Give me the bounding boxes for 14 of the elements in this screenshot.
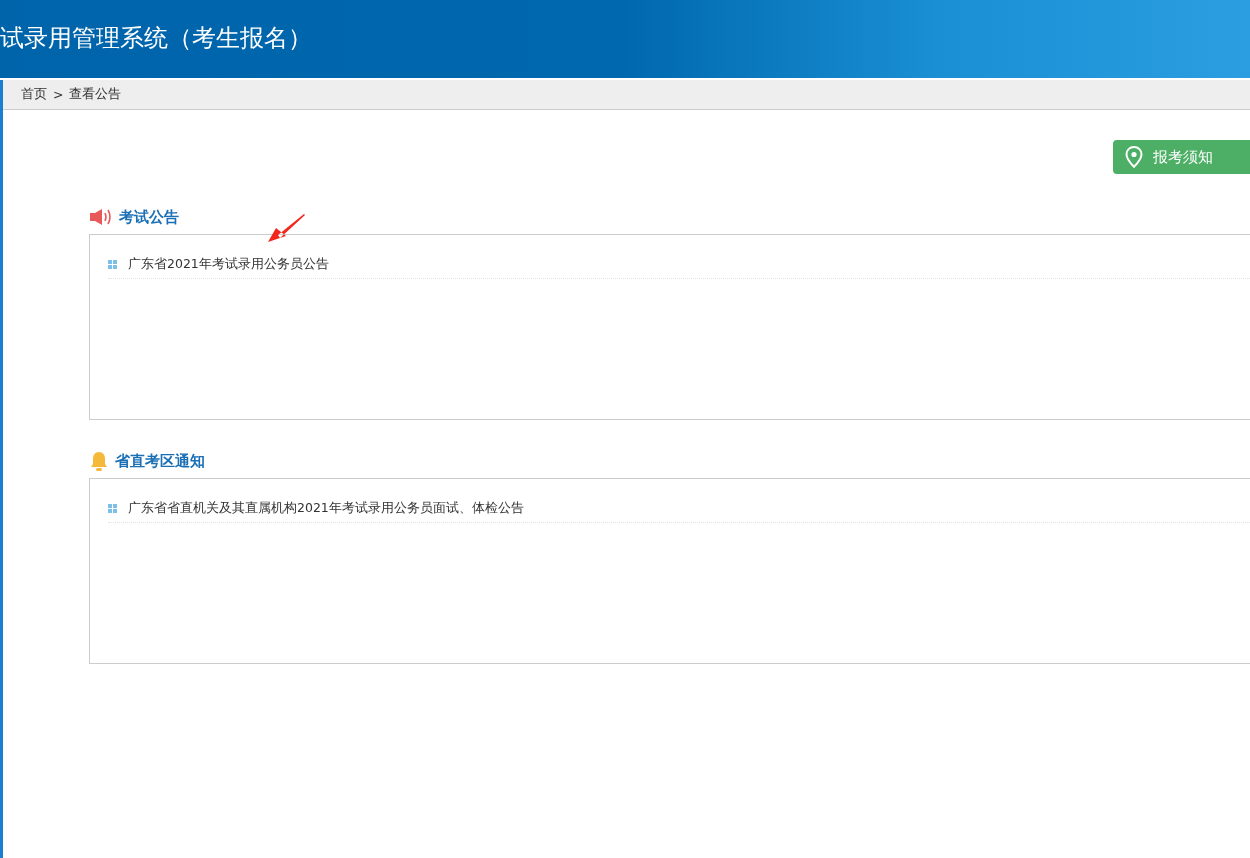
bell-icon xyxy=(89,451,109,471)
announcement-link[interactable]: 广东省省直机关及其直属机构2021年考试录用公务员面试、体检公告 xyxy=(128,500,524,517)
section-title: 省直考区通知 xyxy=(115,451,205,471)
breadcrumb-link[interactable]: 首页 xyxy=(21,86,47,103)
speaker-icon xyxy=(89,208,113,226)
announcement-link[interactable]: 广东省2021年考试录用公务员公告 xyxy=(128,256,329,273)
system-title: 试录用管理系统（考生报名） xyxy=(0,23,312,54)
location-pin-icon xyxy=(1125,146,1143,168)
grid-bullet-icon xyxy=(108,504,117,513)
section-title: 考试公告 xyxy=(119,207,179,227)
breadcrumb-separator: > xyxy=(53,87,64,102)
annotation-arrow-icon xyxy=(266,213,306,245)
grid-bullet-icon xyxy=(108,260,117,269)
breadcrumb-current: 查看公告 xyxy=(69,86,122,103)
